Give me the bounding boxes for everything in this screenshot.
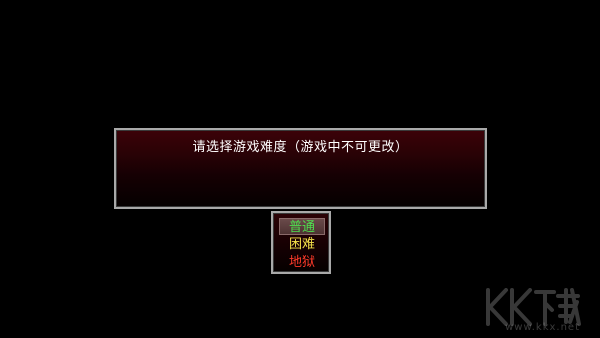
watermark-url: www.kkx.net	[505, 322, 580, 333]
difficulty-prompt-text: 请选择游戏难度（游戏中不可更改）	[192, 140, 409, 155]
difficulty-choice-window: 普通 困难 地狱	[271, 211, 331, 274]
difficulty-option-hell[interactable]: 地狱	[279, 254, 325, 271]
difficulty-option-normal[interactable]: 普通	[279, 218, 325, 235]
message-window: 请选择游戏难度（游戏中不可更改）	[114, 128, 487, 209]
difficulty-option-hard[interactable]: 困难	[279, 236, 325, 253]
game-screen: 请选择游戏难度（游戏中不可更改） 普通 困难 地狱 www.kkx.net	[0, 0, 600, 338]
